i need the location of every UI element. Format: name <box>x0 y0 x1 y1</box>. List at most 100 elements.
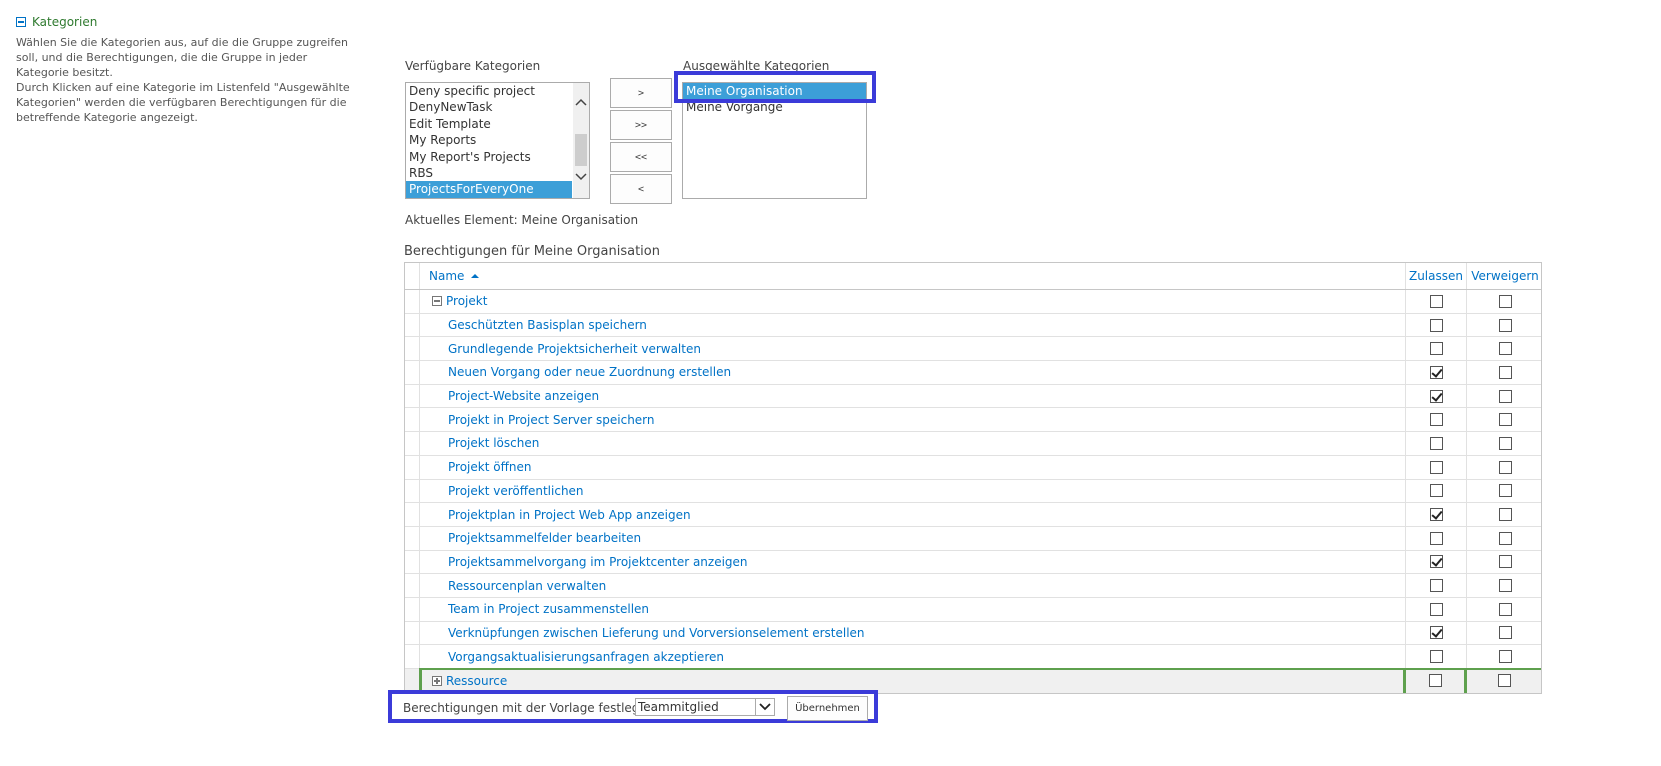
ressource-allow-checkbox[interactable] <box>1428 674 1442 688</box>
allow-checkbox[interactable] <box>1429 579 1443 593</box>
available-category-item[interactable]: ProjectsForEveryOne <box>406 181 572 198</box>
deny-column-header[interactable]: Verweigern <box>1466 263 1543 289</box>
selection-highlight <box>674 71 876 103</box>
template-select[interactable]: Teammitglied <box>635 698 775 716</box>
permission-name[interactable]: Projekt veröffentlichen <box>448 480 584 503</box>
section-title: Kategorien <box>32 15 98 29</box>
allow-checkbox[interactable] <box>1429 413 1443 427</box>
permission-name[interactable]: Projektsammelvorgang im Projektcenter an… <box>448 551 748 574</box>
collapse-icon[interactable] <box>16 17 26 27</box>
deny-checkbox[interactable] <box>1498 602 1512 616</box>
collapse-group-icon[interactable] <box>432 296 442 307</box>
permission-rows: Geschützten Basisplan speichern Grundlege… <box>405 313 1541 669</box>
permission-row: Vorgangsaktualisierungsanfragen akzeptie… <box>405 645 1541 669</box>
available-category-item[interactable]: My Reports <box>406 132 572 148</box>
deny-checkbox[interactable] <box>1498 436 1512 450</box>
deny-checkbox[interactable] <box>1498 365 1512 379</box>
allow-checkbox[interactable] <box>1429 342 1443 356</box>
permission-name[interactable]: Neuen Vorgang oder neue Zuordnung erstel… <box>448 361 731 384</box>
deny-checkbox[interactable] <box>1498 626 1512 640</box>
allow-checkbox[interactable] <box>1429 555 1443 569</box>
scroll-up-icon[interactable] <box>573 95 589 109</box>
available-category-item[interactable]: My Report's Projects <box>406 149 572 165</box>
deny-checkbox[interactable] <box>1498 484 1512 498</box>
available-category-item[interactable]: Edit Template <box>406 116 572 132</box>
deny-checkbox[interactable] <box>1498 389 1512 403</box>
allow-checkbox[interactable] <box>1429 484 1443 498</box>
available-category-item[interactable]: DenyNewTask <box>406 99 572 115</box>
group-row-projekt: Projekt <box>405 290 1541 314</box>
permission-name[interactable]: Projekt löschen <box>448 432 539 455</box>
name-column-header[interactable]: Name <box>429 263 480 289</box>
allow-checkbox[interactable] <box>1429 602 1443 616</box>
deny-checkbox[interactable] <box>1498 508 1512 522</box>
listbox-scrollbar[interactable] <box>573 83 589 198</box>
allow-checkbox[interactable] <box>1429 436 1443 450</box>
apply-button[interactable]: Übernehmen <box>787 696 868 721</box>
allow-checkbox[interactable] <box>1429 531 1443 545</box>
permission-name[interactable]: Projekt in Project Server speichern <box>448 408 655 431</box>
permissions-grid: Name Zulassen Verweigern Projekt Geschüt… <box>404 262 1542 694</box>
template-select-value: Teammitglied <box>638 700 719 714</box>
deny-checkbox[interactable] <box>1498 650 1512 664</box>
deny-checkbox[interactable] <box>1498 460 1512 474</box>
add-button[interactable]: > <box>610 78 672 108</box>
deny-checkbox[interactable] <box>1498 531 1512 545</box>
deny-checkbox[interactable] <box>1498 318 1512 332</box>
permissions-title: Berechtigungen für Meine Organisation <box>404 244 660 259</box>
allow-checkbox[interactable] <box>1429 460 1443 474</box>
grid-header: Name Zulassen Verweigern <box>405 263 1541 290</box>
chevron-down-icon[interactable] <box>755 699 774 715</box>
ressource-deny-checkbox[interactable] <box>1497 674 1511 688</box>
permission-row: Projektsammelfelder bearbeiten <box>405 526 1541 551</box>
group-deny-checkbox[interactable] <box>1498 294 1512 308</box>
permission-row: Project-Website anzeigen <box>405 384 1541 409</box>
allow-checkbox[interactable] <box>1429 389 1443 403</box>
permission-name[interactable]: Grundlegende Projektsicherheit verwalten <box>448 337 701 360</box>
allow-checkbox[interactable] <box>1429 650 1443 664</box>
permission-row: Grundlegende Projektsicherheit verwalten <box>405 337 1541 362</box>
allow-column-header[interactable]: Zulassen <box>1405 263 1466 289</box>
permission-name[interactable]: Team in Project zusammenstellen <box>448 598 649 621</box>
scroll-down-icon[interactable] <box>573 170 589 184</box>
deny-checkbox[interactable] <box>1498 555 1512 569</box>
deny-checkbox[interactable] <box>1498 579 1512 593</box>
remove-button[interactable]: < <box>610 174 672 204</box>
current-element: Aktuelles Element: Meine Organisation <box>405 213 639 227</box>
permission-row: Projekt öffnen <box>405 455 1541 480</box>
allow-checkbox[interactable] <box>1429 318 1443 332</box>
permission-row: Neuen Vorgang oder neue Zuordnung erstel… <box>405 361 1541 385</box>
permission-name[interactable]: Project-Website anzeigen <box>448 385 599 408</box>
allow-checkbox[interactable] <box>1429 626 1443 640</box>
permission-name[interactable]: Vorgangsaktualisierungsanfragen akzeptie… <box>448 645 724 668</box>
permission-name[interactable]: Projektsammelfelder bearbeiten <box>448 527 641 550</box>
sort-ascending-icon <box>471 274 480 278</box>
available-category-item[interactable]: RBS <box>406 165 572 181</box>
permission-name[interactable]: Projekt öffnen <box>448 456 531 479</box>
remove-all-button[interactable]: << <box>610 142 672 172</box>
name-column-label: Name <box>429 269 465 283</box>
permission-row: Projekt veröffentlichen <box>405 479 1541 504</box>
section-description-2: Durch Klicken auf eine Kategorie im List… <box>16 81 350 124</box>
deny-checkbox[interactable] <box>1498 342 1512 356</box>
group-label-ressource[interactable]: Ressource <box>446 674 507 688</box>
available-categories-label: Verfügbare Kategorien <box>405 59 541 73</box>
expand-group-icon[interactable] <box>432 675 442 686</box>
available-categories-listbox[interactable]: Deny specific project DenyNewTask Edit Tem… <box>405 82 590 199</box>
available-category-item[interactable]: Deny specific project <box>406 83 572 99</box>
section-header[interactable]: Kategorien <box>16 14 97 30</box>
allow-checkbox[interactable] <box>1429 508 1443 522</box>
group-label[interactable]: Projekt <box>446 294 487 308</box>
template-label: Berechtigungen mit der Vorlage festlegen… <box>403 701 659 715</box>
deny-checkbox[interactable] <box>1498 413 1512 427</box>
group-allow-checkbox[interactable] <box>1429 294 1443 308</box>
permission-name[interactable]: Verknüpfungen zwischen Lieferung und Vor… <box>448 622 865 645</box>
permission-row: Projektsammelvorgang im Projektcenter an… <box>405 550 1541 575</box>
scroll-thumb[interactable] <box>575 134 587 166</box>
section-description: Wählen Sie die Kategorien aus, auf die d… <box>16 36 348 79</box>
permission-name[interactable]: Ressourcenplan verwalten <box>448 574 606 597</box>
add-all-button[interactable]: >> <box>610 110 672 140</box>
allow-checkbox[interactable] <box>1429 365 1443 379</box>
permission-name[interactable]: Projektplan in Project Web App anzeigen <box>448 503 691 526</box>
permission-name[interactable]: Geschützten Basisplan speichern <box>448 314 647 337</box>
